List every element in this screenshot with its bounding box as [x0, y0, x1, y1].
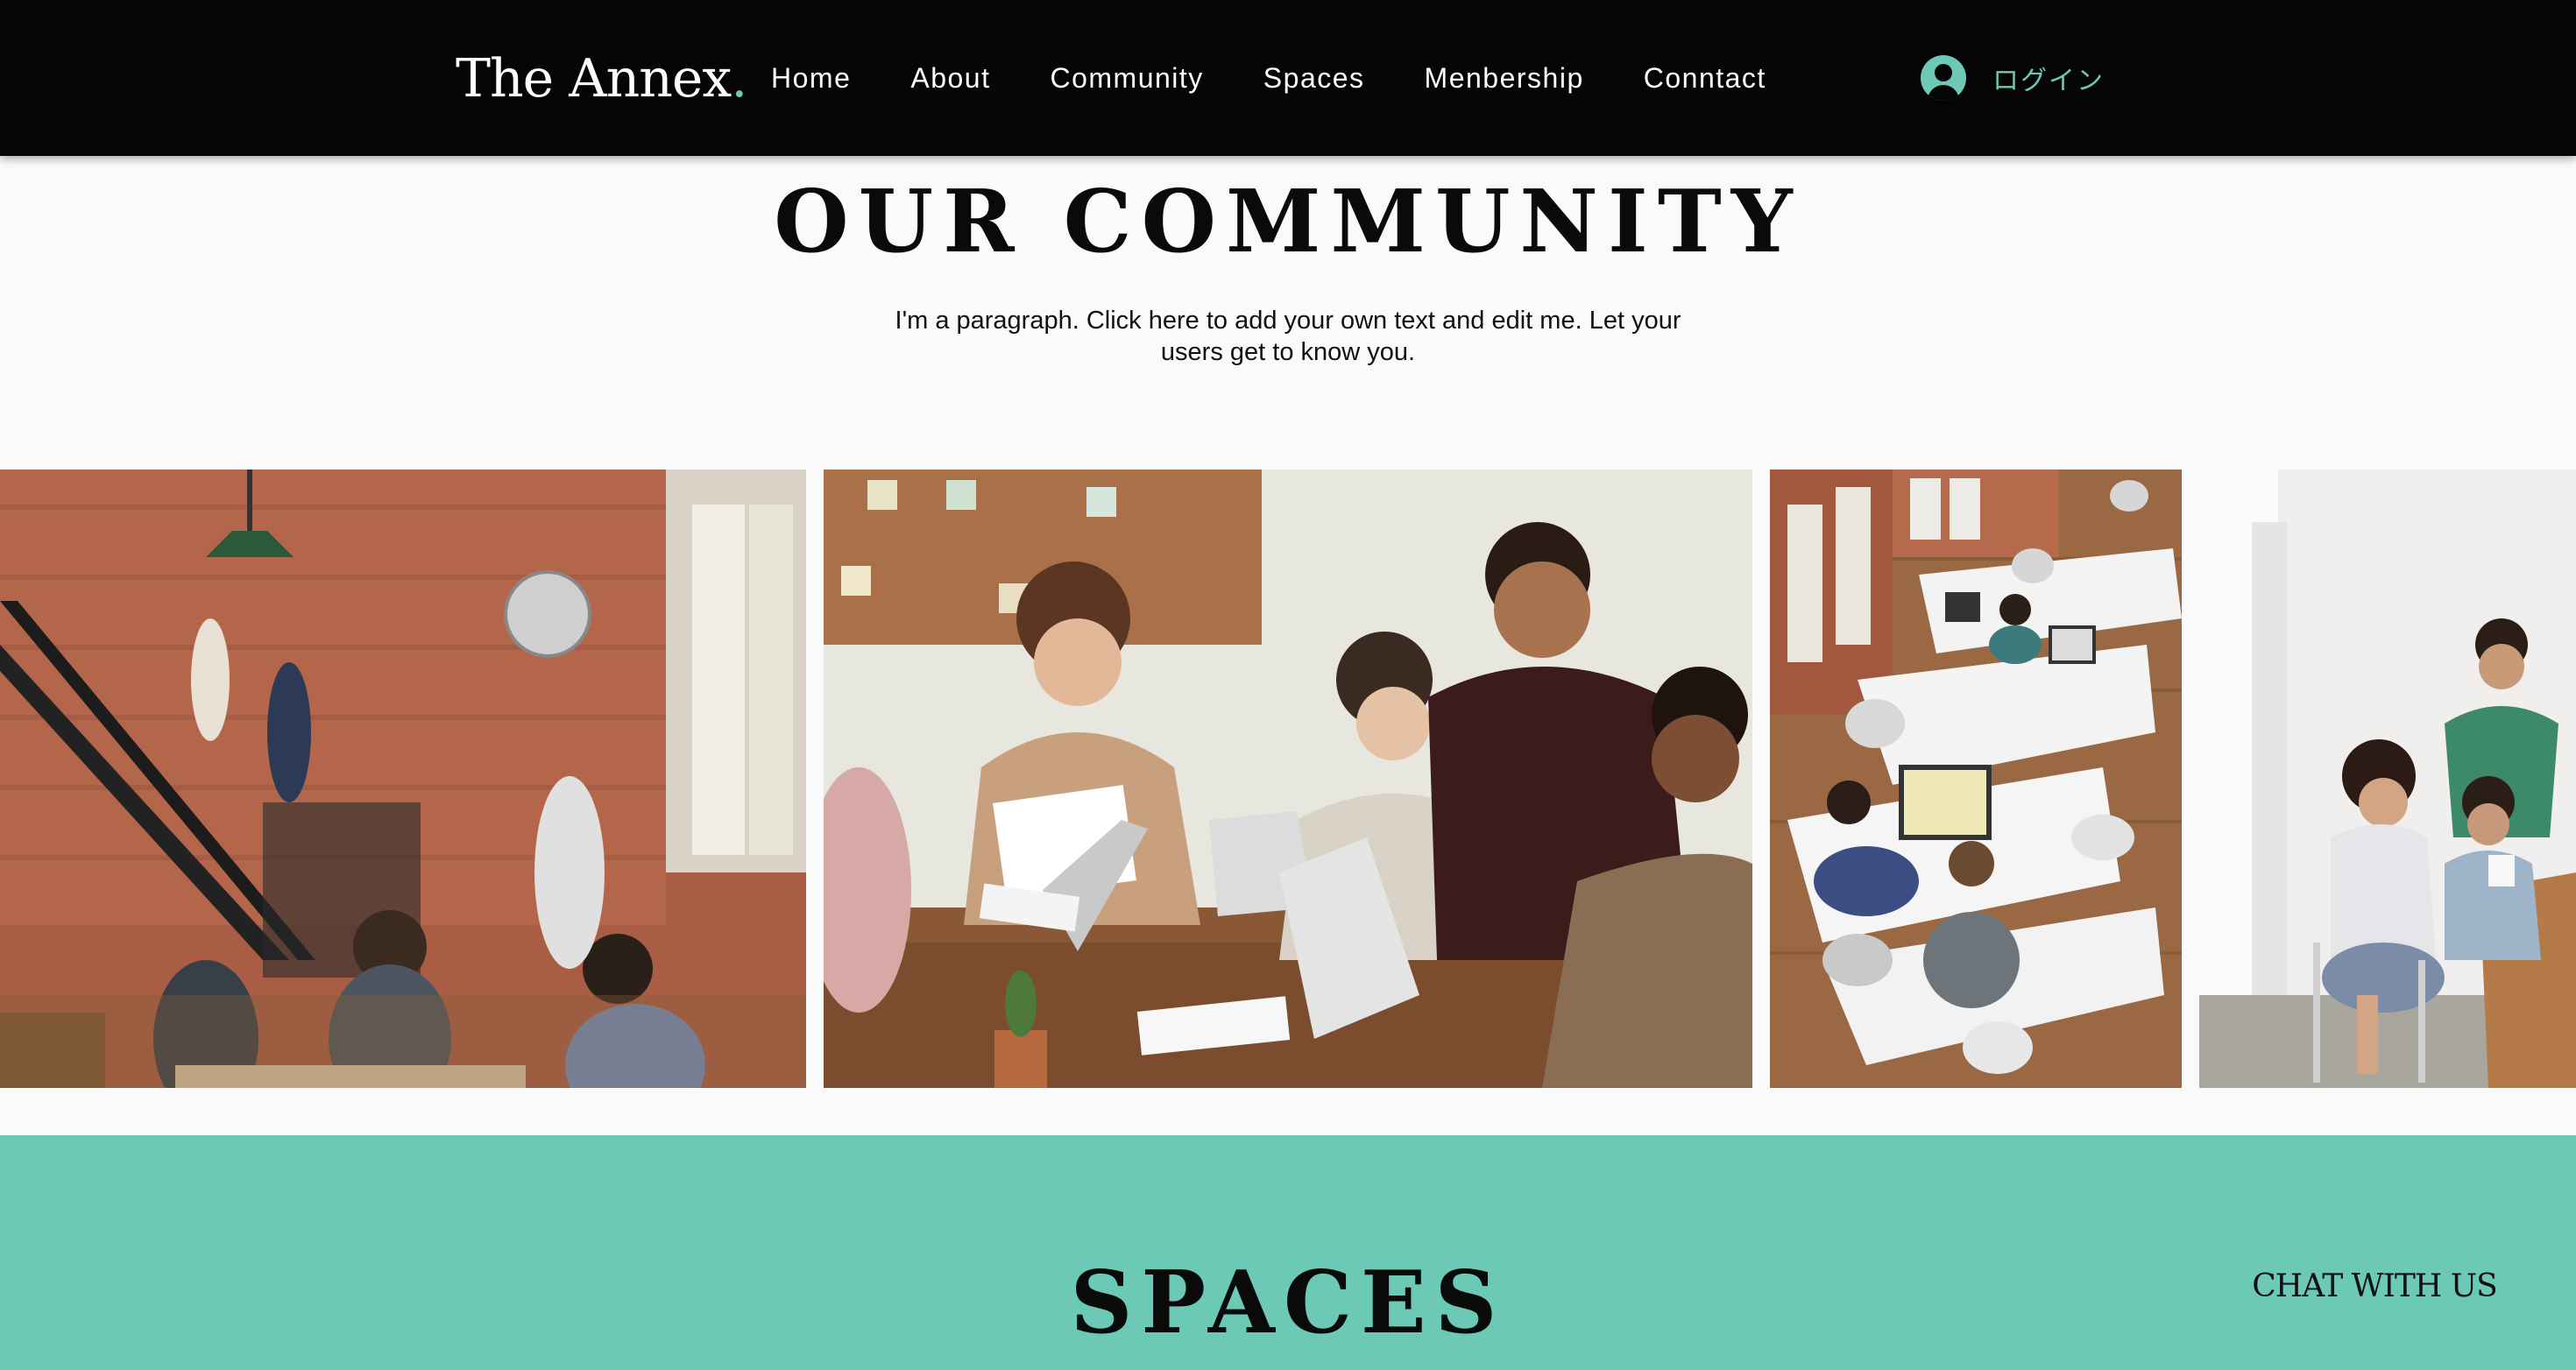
coworkers-desk-photo[interactable]	[2199, 470, 2576, 1088]
site-header: The Annex. Home About Community Spaces M…	[0, 0, 2576, 156]
nav-contact[interactable]: Conntact	[1644, 62, 1766, 95]
user-avatar-icon	[1921, 55, 1966, 101]
chat-with-us-button[interactable]: CHAT WITH US	[2243, 1265, 2506, 1309]
login-label: ログイン	[1992, 66, 2105, 96]
site-logo[interactable]: The Annex.	[456, 42, 747, 116]
login-button[interactable]: ログイン	[1921, 53, 2105, 103]
nav-community[interactable]: Community	[1050, 62, 1203, 95]
nav-membership[interactable]: Menbership	[1425, 62, 1584, 95]
community-gallery	[0, 470, 2576, 1088]
nav-about[interactable]: About	[910, 62, 990, 95]
logo-dot: .	[731, 48, 747, 109]
team-meeting-photo[interactable]	[824, 470, 1752, 1088]
open-office-overhead-photo[interactable]	[1770, 470, 2182, 1088]
nav-home[interactable]: Home	[771, 62, 851, 95]
logo-text: The Annex	[456, 48, 732, 109]
main-nav: Home About Community Spaces Menbership C…	[771, 51, 1766, 105]
community-paragraph: I'm a paragraph. Click here to add your …	[895, 307, 1681, 366]
community-title: OUR COMMUNITY	[774, 172, 1802, 272]
spaces-title: SPACES	[1070, 1253, 1506, 1353]
spaces-section: SPACES CHAT WITH US	[0, 1135, 2576, 1370]
nav-spaces[interactable]: Spaces	[1263, 62, 1365, 95]
office-staircase-photo[interactable]	[0, 470, 806, 1088]
